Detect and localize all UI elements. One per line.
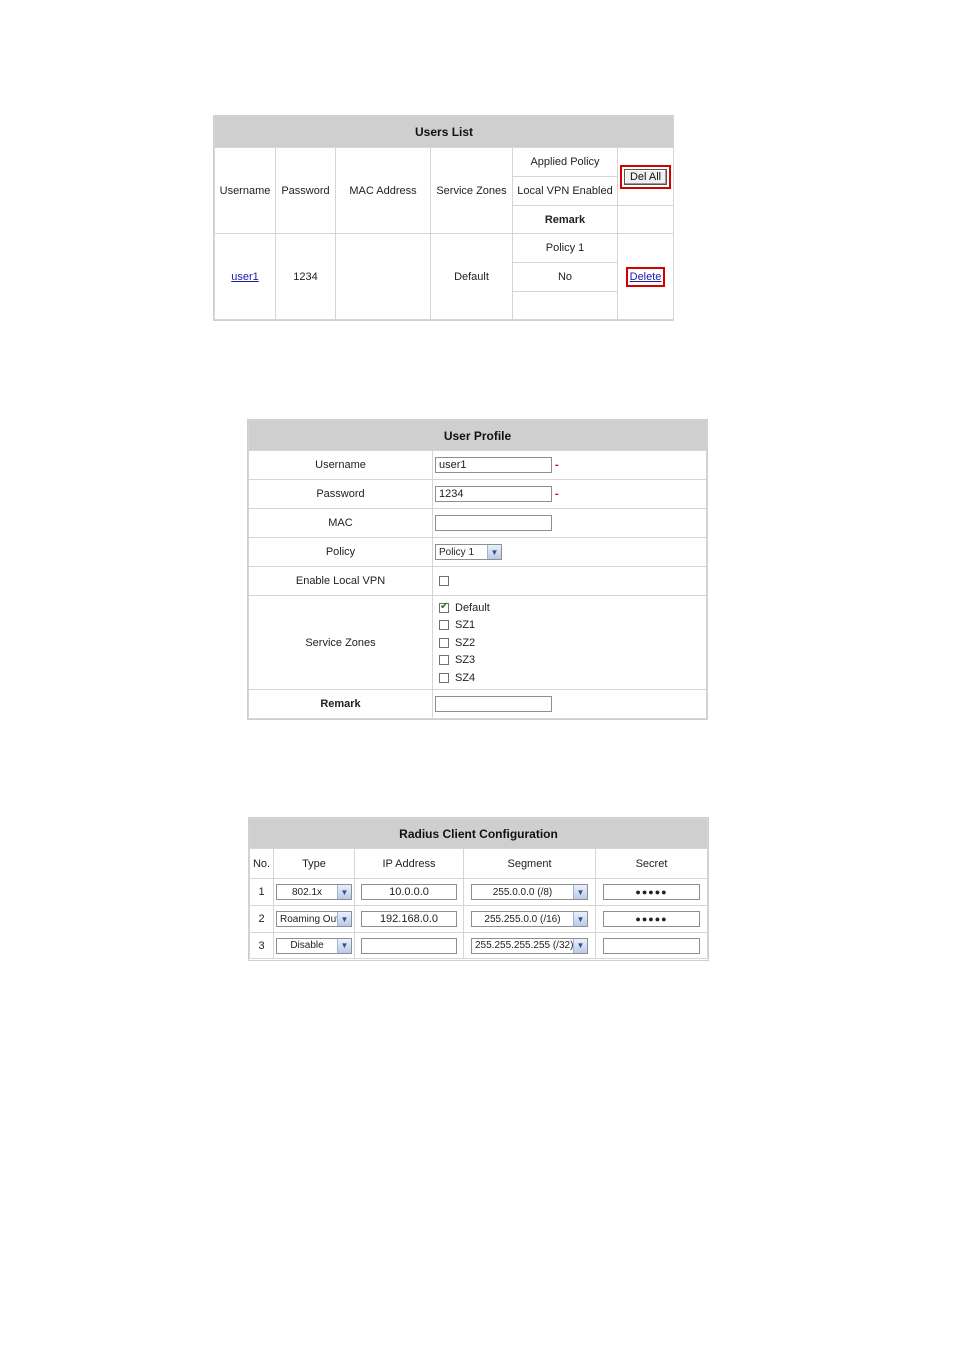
- zone-option[interactable]: Default: [439, 599, 706, 617]
- user-cell-remark: [512, 291, 618, 320]
- row-number: 1: [249, 878, 274, 906]
- user-link[interactable]: user1: [231, 271, 259, 283]
- user-cell-service-zones: Default: [430, 233, 513, 320]
- service-zones-label: Service Zones: [248, 595, 433, 690]
- segment-select-value: 255.255.0.0 (/16): [484, 913, 561, 925]
- zone-sz2-label: SZ2: [455, 636, 476, 649]
- chevron-down-icon: ▼: [573, 938, 587, 953]
- row-number: 3: [249, 932, 274, 959]
- enable-local-vpn-checkbox[interactable]: [439, 576, 449, 587]
- header-empty-cell: [616, 205, 675, 234]
- delete-link[interactable]: Delete: [630, 271, 662, 283]
- user-profile-title: User Profile: [248, 420, 707, 451]
- chevron-down-icon: ▼: [337, 938, 351, 953]
- col-header-segment: Segment: [463, 848, 596, 879]
- chevron-down-icon: ▼: [337, 885, 351, 899]
- delete-highlight: Delete: [625, 266, 666, 287]
- table-row: 2 Roaming Out ▼ 192.168.0.0 255.255.0.0 (…: [249, 905, 708, 933]
- user-cell-username: user1: [214, 233, 276, 320]
- radius-panel: Radius Client Configuration No. Type IP …: [248, 817, 709, 961]
- chevron-down-icon: ▼: [573, 885, 587, 899]
- type-select-value: Disable: [290, 940, 324, 951]
- col-header-remark: Remark: [512, 205, 618, 234]
- chevron-down-icon: ▼: [487, 545, 501, 559]
- user-cell-applied-policy: Policy 1: [512, 233, 618, 263]
- col-header-password: Password: [275, 147, 336, 234]
- policy-select[interactable]: Policy 1 ▼: [435, 544, 502, 560]
- user-cell-mac: [335, 233, 431, 320]
- username-input[interactable]: user1: [435, 457, 552, 473]
- zone-sz1-checkbox[interactable]: [439, 620, 449, 630]
- table-row: 3 Disable ▼ 255.255.255.255 (/32) ▼: [249, 932, 708, 959]
- zone-sz4-checkbox[interactable]: [439, 672, 449, 683]
- user-cell-password: 1234: [275, 233, 336, 320]
- segment-select-value: 255.0.0.0 (/8): [492, 886, 553, 898]
- col-header-applied-policy: Applied Policy: [512, 147, 618, 177]
- del-all-button[interactable]: Del All: [623, 168, 668, 185]
- del-all-highlight: Del All: [619, 164, 672, 189]
- mac-input[interactable]: [435, 515, 552, 531]
- users-list-table: Users List Username Password MAC Address…: [213, 116, 675, 320]
- chevron-down-icon: ▼: [573, 912, 587, 926]
- type-select[interactable]: 802.1x ▼: [276, 884, 352, 900]
- zone-sz3-checkbox[interactable]: [439, 655, 449, 665]
- zone-option[interactable]: SZ4: [439, 669, 706, 687]
- user-profile-table: User Profile Username user1- Password 12…: [248, 420, 707, 719]
- radius-table: Radius Client Configuration No. Type IP …: [249, 818, 708, 959]
- row-number: 2: [249, 905, 274, 933]
- segment-select-value: 255.255.255.255 (/32): [475, 940, 573, 951]
- zone-option[interactable]: SZ1: [439, 616, 706, 634]
- secret-input[interactable]: [603, 937, 700, 954]
- chevron-down-icon: ▼: [337, 912, 351, 926]
- segment-select[interactable]: 255.255.0.0 (/16) ▼: [471, 911, 588, 927]
- policy-select-value: Policy 1: [439, 546, 475, 558]
- type-select[interactable]: Disable ▼: [276, 937, 352, 954]
- password-input[interactable]: 1234: [435, 486, 552, 502]
- ip-address-input[interactable]: 192.168.0.0: [361, 911, 457, 927]
- zone-option[interactable]: SZ3: [439, 651, 706, 669]
- radius-title: Radius Client Configuration: [249, 818, 708, 849]
- required-marker: -: [555, 487, 559, 500]
- user-profile-panel: User Profile Username user1- Password 12…: [247, 419, 708, 720]
- zone-sz2-checkbox[interactable]: [439, 637, 449, 648]
- zone-sz4-label: SZ4: [455, 671, 476, 684]
- col-header-mac: MAC Address: [335, 147, 431, 234]
- zone-default-checkbox[interactable]: [439, 601, 449, 613]
- policy-label: Policy: [248, 537, 433, 567]
- secret-input[interactable]: ●●●●●: [603, 911, 700, 927]
- segment-select[interactable]: 255.255.255.255 (/32) ▼: [471, 937, 588, 954]
- col-header-username: Username: [214, 147, 276, 234]
- password-label: Password: [248, 479, 433, 509]
- segment-select[interactable]: 255.0.0.0 (/8) ▼: [471, 884, 588, 900]
- remark-label: Remark: [248, 689, 433, 719]
- type-select[interactable]: Roaming Out ▼: [276, 911, 352, 927]
- del-all-cell: Del All: [616, 147, 675, 206]
- delete-cell: Delete: [616, 233, 675, 320]
- col-header-local-vpn: Local VPN Enabled: [512, 176, 618, 206]
- required-marker: -: [555, 458, 559, 471]
- mac-label: MAC: [248, 508, 433, 538]
- zone-sz1-label: SZ1: [455, 619, 476, 631]
- remark-input[interactable]: [435, 696, 552, 712]
- ip-address-input[interactable]: 10.0.0.0: [361, 884, 457, 900]
- secret-input[interactable]: ●●●●●: [603, 884, 700, 900]
- users-list-panel: Users List Username Password MAC Address…: [213, 115, 675, 321]
- col-header-secret: Secret: [595, 848, 708, 879]
- users-list-title: Users List: [213, 116, 675, 148]
- table-row: user1 1234 Default Policy 1 Delete: [214, 233, 675, 320]
- col-header-ip: IP Address: [354, 848, 464, 879]
- col-header-type: Type: [273, 848, 355, 879]
- username-label: Username: [248, 450, 433, 480]
- zone-default-label: Default: [455, 601, 490, 614]
- type-select-value: 802.1x: [291, 886, 323, 898]
- ip-address-input[interactable]: [361, 937, 457, 954]
- zone-sz3-label: SZ3: [455, 654, 476, 666]
- table-row: 1 802.1x ▼ 10.0.0.0 255.0.0.0 (/8) ▼ ●●●●●: [249, 878, 708, 906]
- zone-option[interactable]: SZ2: [439, 634, 706, 652]
- vpn-label: Enable Local VPN: [248, 566, 433, 596]
- col-header-no: No.: [249, 848, 274, 879]
- type-select-value: Roaming Out: [280, 913, 337, 925]
- col-header-service-zones: Service Zones: [430, 147, 513, 234]
- user-cell-local-vpn: No: [512, 262, 618, 292]
